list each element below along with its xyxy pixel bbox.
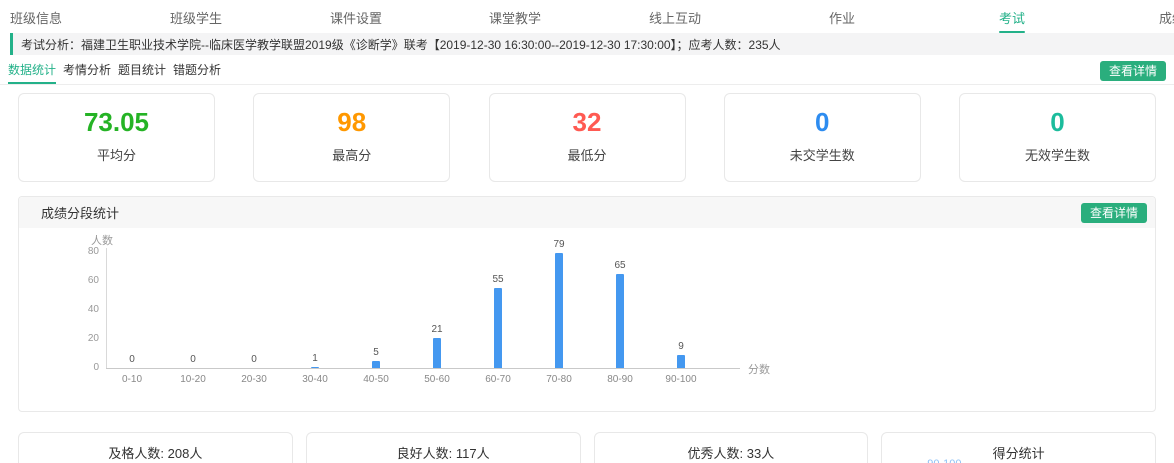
tab-question-stats[interactable]: 题目统计 — [118, 53, 166, 84]
bar-value-10-20: 0 — [173, 354, 213, 365]
stat-card-not-submitted-count: 0 未交学生数 — [724, 93, 921, 182]
nav-item-class-info[interactable]: 班级信息 — [10, 8, 62, 27]
nav-item-class-students[interactable]: 班级学生 — [170, 8, 222, 27]
stat-card-lowest-score: 32 最低分 — [489, 93, 686, 182]
analysis-tabs: 数据统计考情分析题目统计错题分析 — [8, 53, 228, 84]
bar-value-60-70: 55 — [478, 274, 518, 285]
bar-value-0-10: 0 — [112, 354, 152, 365]
y-tick-20: 20 — [73, 333, 99, 344]
x-tick-20-30: 20-30 — [228, 374, 280, 385]
stat-label-lowest-score: 最低分 — [490, 145, 685, 164]
tab-wrong-question-analysis[interactable]: 错题分析 — [173, 53, 221, 84]
summary-card-pass-count: 及格人数: 208人 — [18, 432, 293, 463]
x-tick-90-100: 90-100 — [655, 374, 707, 385]
stat-label-invalid-count: 无效学生数 — [960, 145, 1155, 164]
y-tick-0: 0 — [73, 362, 99, 373]
summary-partial-link-score-stats[interactable]: 90-100 — [927, 458, 961, 463]
x-tick-40-50: 40-50 — [350, 374, 402, 385]
stat-value-highest-score: 98 — [254, 107, 449, 137]
nav-item-homework[interactable]: 作业 — [829, 8, 855, 27]
bar-value-80-90: 65 — [600, 260, 640, 271]
chart-bar-30-40 — [311, 367, 319, 368]
x-tick-30-40: 30-40 — [289, 374, 341, 385]
bar-value-40-50: 5 — [356, 347, 396, 358]
summary-title-score-stats: 得分统计 — [882, 443, 1155, 462]
y-tick-40: 40 — [73, 304, 99, 315]
stat-card-highest-score: 98 最高分 — [253, 93, 450, 182]
nav-item-classroom-teaching[interactable]: 课堂教学 — [489, 8, 541, 27]
x-axis-label: 分数 — [748, 361, 770, 377]
stat-card-average-score: 73.05 平均分 — [18, 93, 215, 182]
y-tick-60: 60 — [73, 275, 99, 286]
score-distribution-bar-chart: 人数020406080分数00-10010-20020-30130-40540-… — [19, 228, 1155, 411]
stat-label-not-submitted-count: 未交学生数 — [725, 145, 920, 164]
stat-value-lowest-score: 32 — [490, 107, 685, 137]
x-tick-70-80: 70-80 — [533, 374, 585, 385]
panel-header: 成绩分段统计 查看详情 — [19, 197, 1155, 228]
stat-card-invalid-count: 0 无效学生数 — [959, 93, 1156, 182]
stat-value-invalid-count: 0 — [960, 107, 1155, 137]
view-details-button[interactable]: 查看详情 — [1100, 61, 1166, 81]
analysis-tabs-row: 数据统计考情分析题目统计错题分析 查看详情 — [0, 55, 1174, 85]
tab-data-stats[interactable]: 数据统计 — [8, 53, 56, 84]
chart-view-details-button[interactable]: 查看详情 — [1081, 203, 1147, 223]
info-accent-bar — [10, 33, 13, 55]
summary-card-good-count: 良好人数: 117人 — [306, 432, 581, 463]
summary-title-excellent-count: 优秀人数: 33人 — [595, 443, 868, 462]
summary-card-excellent-count: 优秀人数: 33人 — [594, 432, 869, 463]
stat-cards-row: 73.05 平均分 98 最高分 32 最低分 0 未交学生数 0 无效学生数 — [18, 93, 1156, 182]
bar-value-50-60: 21 — [417, 324, 457, 335]
summary-card-score-stats: 得分统计90-100 — [881, 432, 1156, 463]
summary-title-pass-count: 及格人数: 208人 — [19, 443, 292, 462]
chart-bar-40-50 — [372, 361, 380, 368]
nav-item-courseware-settings[interactable]: 课件设置 — [330, 8, 382, 27]
stat-label-average-score: 平均分 — [19, 145, 214, 164]
panel-title: 成绩分段统计 — [41, 203, 119, 222]
stat-label-highest-score: 最高分 — [254, 145, 449, 164]
bar-value-20-30: 0 — [234, 354, 274, 365]
chart-bar-70-80 — [555, 253, 563, 368]
y-axis-line — [106, 248, 107, 368]
score-distribution-panel: 成绩分段统计 查看详情 人数020406080分数00-10010-20020-… — [18, 196, 1156, 412]
bar-value-70-80: 79 — [539, 239, 579, 250]
exam-info-text: 考试分析：福建卫生职业技术学院--临床医学教学联盟2019级《诊断学》联考【20… — [21, 36, 781, 53]
x-tick-0-10: 0-10 — [106, 374, 158, 385]
summary-title-good-count: 良好人数: 117人 — [307, 443, 580, 462]
x-tick-80-90: 80-90 — [594, 374, 646, 385]
bar-value-30-40: 1 — [295, 353, 335, 364]
exam-info-bar: 考试分析：福建卫生职业技术学院--临床医学教学联盟2019级《诊断学》联考【20… — [10, 33, 1174, 55]
top-nav: 班级信息 班级学生 课件设置 课堂教学 线上互动 作业 考试 成绩 — [0, 0, 1174, 30]
chart-bar-60-70 — [494, 288, 502, 368]
summary-cards-row: 及格人数: 208人良好人数: 117人优秀人数: 33人得分统计90-100 — [18, 432, 1156, 463]
nav-item-grades[interactable]: 成绩 — [1159, 8, 1174, 27]
chart-bar-80-90 — [616, 274, 624, 368]
chart-bar-90-100 — [677, 355, 685, 368]
nav-item-online-interaction[interactable]: 线上互动 — [649, 8, 701, 27]
stat-value-not-submitted-count: 0 — [725, 107, 920, 137]
y-tick-80: 80 — [73, 246, 99, 257]
x-tick-60-70: 60-70 — [472, 374, 524, 385]
bar-value-90-100: 9 — [661, 341, 701, 352]
x-axis-line — [106, 368, 740, 369]
stat-value-average-score: 73.05 — [19, 107, 214, 137]
x-tick-50-60: 50-60 — [411, 374, 463, 385]
nav-item-exam[interactable]: 考试 — [999, 8, 1025, 33]
chart-bar-50-60 — [433, 338, 441, 368]
x-tick-10-20: 10-20 — [167, 374, 219, 385]
tab-exam-situation-analysis[interactable]: 考情分析 — [63, 53, 111, 84]
